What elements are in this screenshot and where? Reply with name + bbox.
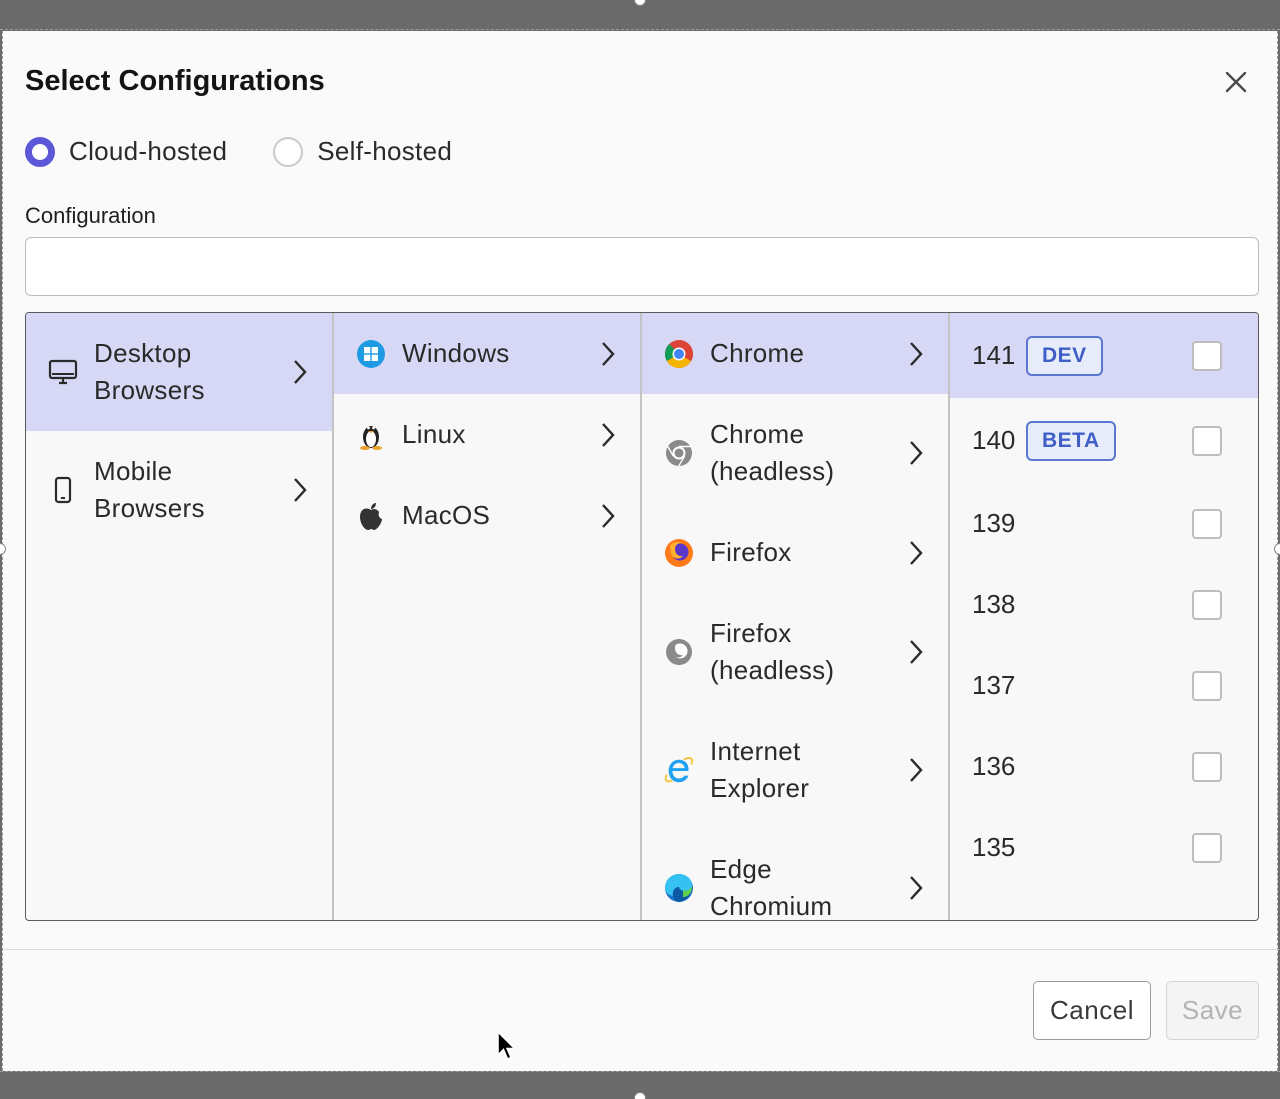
resize-handle[interactable]: [1274, 543, 1280, 555]
platform-label-line1: Mobile: [94, 456, 173, 486]
hosting-radio-group: Cloud-hosted Self-hosted: [25, 136, 498, 167]
version-row[interactable]: 135: [950, 807, 1258, 888]
chevron-right-icon: [598, 501, 618, 531]
version-column: 141 DEV 140 BETA 139 138 137 136 135: [950, 313, 1258, 920]
mouse-cursor-icon: [497, 1031, 517, 1060]
browser-label-line2: (headless): [710, 655, 835, 685]
chevron-right-icon: [906, 873, 926, 903]
platform-label-line2: Browsers: [94, 493, 205, 523]
os-column: Windows Linux MacOS: [334, 313, 642, 920]
os-item-windows[interactable]: Windows: [334, 313, 640, 394]
radio-cloud-hosted[interactable]: Cloud-hosted: [25, 136, 227, 167]
chrome-headless-icon: [664, 438, 694, 468]
phone-icon: [48, 475, 78, 505]
resize-handle[interactable]: [634, 1092, 646, 1099]
version-row-partial[interactable]: [950, 888, 1258, 920]
platform-label-line1: Desktop: [94, 338, 192, 368]
browser-item-firefox[interactable]: Firefox: [642, 512, 948, 593]
version-number: 139: [972, 508, 1016, 538]
apple-icon: [356, 501, 386, 531]
version-row[interactable]: 140 BETA: [950, 398, 1258, 483]
platform-label-line2: Browsers: [94, 375, 205, 405]
version-checkbox[interactable]: [1192, 670, 1222, 701]
version-number: 137: [972, 670, 1016, 700]
chrome-icon: [664, 339, 694, 369]
radio-button-cloud[interactable]: [25, 136, 55, 167]
browser-item-internet-explorer[interactable]: Internet Explorer: [642, 711, 948, 829]
radio-button-self[interactable]: [273, 136, 304, 167]
ie-icon: [664, 755, 694, 785]
version-row[interactable]: 137: [950, 645, 1258, 726]
version-number: 140: [972, 425, 1016, 455]
version-number: 135: [972, 832, 1016, 862]
firefox-headless-icon: [664, 637, 694, 667]
browser-label-line1: Edge: [710, 854, 772, 884]
os-label: Windows: [402, 338, 510, 368]
chevron-right-icon: [906, 339, 926, 369]
os-item-linux[interactable]: Linux: [334, 394, 640, 475]
browser-label: Firefox: [710, 537, 792, 567]
chevron-right-icon: [598, 339, 618, 369]
configuration-input[interactable]: [25, 237, 1259, 296]
browser-item-edge-chromium[interactable]: Edge Chromium: [642, 829, 948, 920]
browser-label-line1: Chrome: [710, 419, 805, 449]
radio-self-hosted[interactable]: Self-hosted: [273, 136, 452, 167]
browser-label-line2: (headless): [710, 456, 835, 486]
browser-label: Chrome: [710, 338, 805, 368]
os-item-macos[interactable]: MacOS: [334, 475, 640, 556]
chevron-right-icon: [906, 755, 926, 785]
browser-column: Chrome Chrome (headless) Firefox Firefox…: [642, 313, 950, 920]
configuration-label: Configuration: [25, 203, 156, 228]
browser-item-chrome-headless[interactable]: Chrome (headless): [642, 394, 948, 512]
version-checkbox[interactable]: [1192, 508, 1222, 539]
beta-badge: BETA: [1026, 420, 1116, 461]
browser-label-line2: Explorer: [710, 773, 810, 803]
version-checkbox[interactable]: [1192, 751, 1222, 782]
os-label: MacOS: [402, 500, 491, 530]
windows-icon: [356, 339, 386, 369]
chevron-right-icon: [598, 420, 618, 450]
platform-item-mobile[interactable]: Mobile Browsers: [26, 431, 332, 549]
version-row[interactable]: 141 DEV: [950, 313, 1258, 398]
chevron-right-icon: [290, 357, 310, 387]
browser-item-firefox-headless[interactable]: Firefox (headless): [642, 593, 948, 711]
chevron-right-icon: [906, 637, 926, 667]
os-label: Linux: [402, 419, 466, 449]
dev-badge: DEV: [1026, 335, 1103, 376]
version-number: 141: [972, 340, 1016, 370]
firefox-icon: [664, 538, 694, 568]
version-checkbox[interactable]: [1192, 425, 1222, 456]
version-checkbox[interactable]: [1192, 832, 1222, 863]
close-icon: [1225, 71, 1247, 93]
version-row[interactable]: 139: [950, 483, 1258, 564]
footer-divider: [3, 949, 1279, 950]
edge-icon: [664, 873, 694, 903]
version-number: 136: [972, 751, 1016, 781]
radio-label: Cloud-hosted: [69, 136, 228, 166]
dialog-title: Select Configurations: [25, 65, 325, 97]
chevron-right-icon: [906, 538, 926, 568]
version-row[interactable]: 138: [950, 564, 1258, 645]
cancel-button[interactable]: Cancel: [1033, 981, 1151, 1040]
browser-item-chrome[interactable]: Chrome: [642, 313, 948, 394]
version-checkbox[interactable]: [1192, 589, 1222, 620]
save-button[interactable]: Save: [1166, 981, 1259, 1040]
chevron-right-icon: [906, 438, 926, 468]
select-configurations-dialog: Select Configurations Cloud-hosted Self-…: [2, 31, 1279, 1071]
radio-label: Self-hosted: [317, 136, 453, 166]
platform-column: Desktop Browsers Mobile Browsers: [26, 313, 334, 920]
version-number: 138: [972, 589, 1016, 619]
monitor-icon: [48, 357, 78, 387]
platform-item-desktop[interactable]: Desktop Browsers: [26, 313, 332, 431]
browser-label-line2: Chromium: [710, 891, 833, 920]
chevron-right-icon: [290, 475, 310, 505]
close-button[interactable]: [1221, 67, 1251, 97]
linux-icon: [356, 420, 386, 450]
browser-label-line1: Internet: [710, 736, 801, 766]
version-checkbox[interactable]: [1192, 340, 1222, 371]
version-row[interactable]: 136: [950, 726, 1258, 807]
browser-label-line1: Firefox: [710, 618, 792, 648]
configuration-picker: Desktop Browsers Mobile Browsers Windows…: [25, 312, 1259, 921]
